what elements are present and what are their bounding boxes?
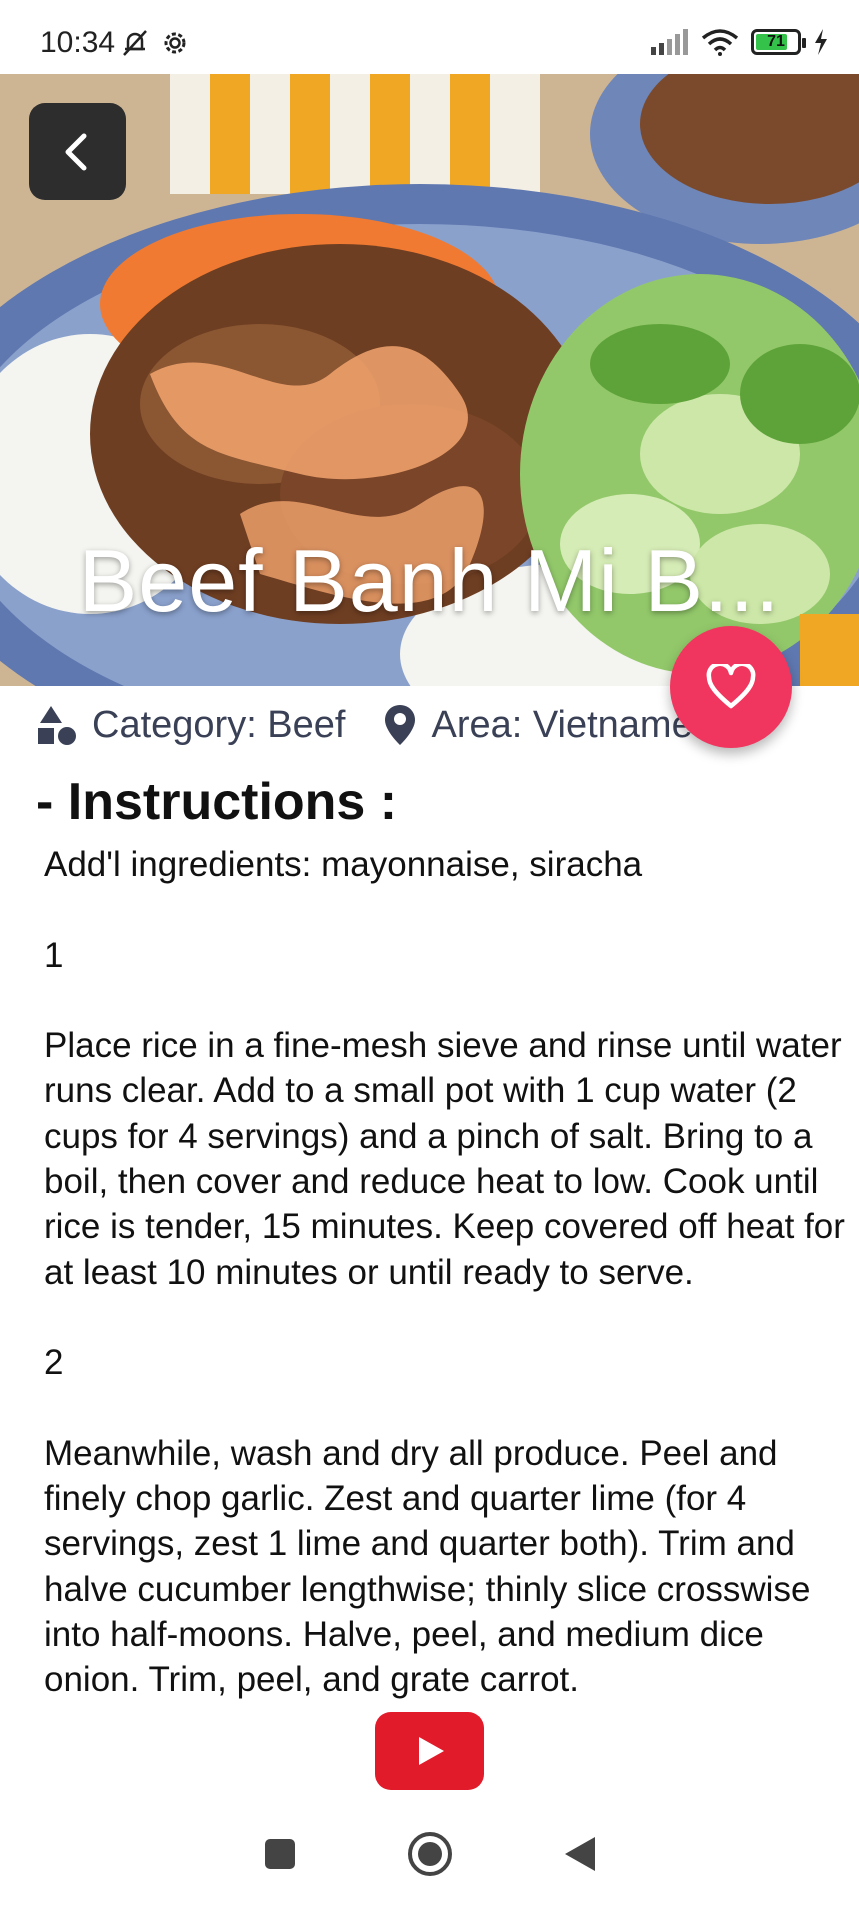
area-label: Area: Vietname bbox=[431, 703, 693, 746]
triangle-back-icon[interactable] bbox=[563, 1835, 597, 1873]
chevron-left-icon bbox=[65, 133, 86, 170]
system-nav-bar bbox=[0, 1800, 859, 1908]
back-button[interactable] bbox=[29, 103, 126, 200]
wifi-icon bbox=[701, 29, 739, 56]
heart-icon bbox=[706, 664, 756, 709]
location-pin-icon bbox=[385, 705, 416, 745]
bell-off-icon bbox=[123, 30, 147, 56]
meal-hero-image: Beef Banh Mi B... bbox=[0, 74, 859, 686]
circle-icon[interactable] bbox=[407, 1831, 453, 1877]
battery-nub bbox=[802, 38, 806, 48]
status-bar: 10:34 71 bbox=[0, 0, 859, 74]
status-icons-left bbox=[120, 28, 190, 58]
instructions-heading: - Instructions : bbox=[36, 773, 398, 831]
favorite-button[interactable] bbox=[670, 626, 792, 748]
signal-icon bbox=[651, 29, 688, 55]
shapes-icon bbox=[38, 706, 76, 745]
square-icon[interactable] bbox=[263, 1837, 297, 1871]
battery-level: 71 bbox=[767, 33, 785, 50]
status-time: 10:34 bbox=[40, 26, 116, 59]
category-label: Category: Beef bbox=[92, 703, 346, 746]
youtube-button[interactable] bbox=[375, 1712, 484, 1790]
play-icon bbox=[418, 1737, 444, 1765]
status-icons-right: 71 bbox=[651, 28, 829, 56]
battery-icon: 71 bbox=[751, 29, 806, 55]
settings-gear-icon bbox=[164, 32, 186, 54]
charging-bolt-icon bbox=[815, 29, 827, 55]
meal-title: Beef Banh Mi B... bbox=[78, 531, 781, 630]
instructions-text: Add'l ingredients: mayonnaise, siracha 1… bbox=[44, 845, 845, 1700]
meal-area: Area: Vietname bbox=[383, 703, 693, 747]
meal-category: Category: Beef bbox=[36, 704, 345, 747]
